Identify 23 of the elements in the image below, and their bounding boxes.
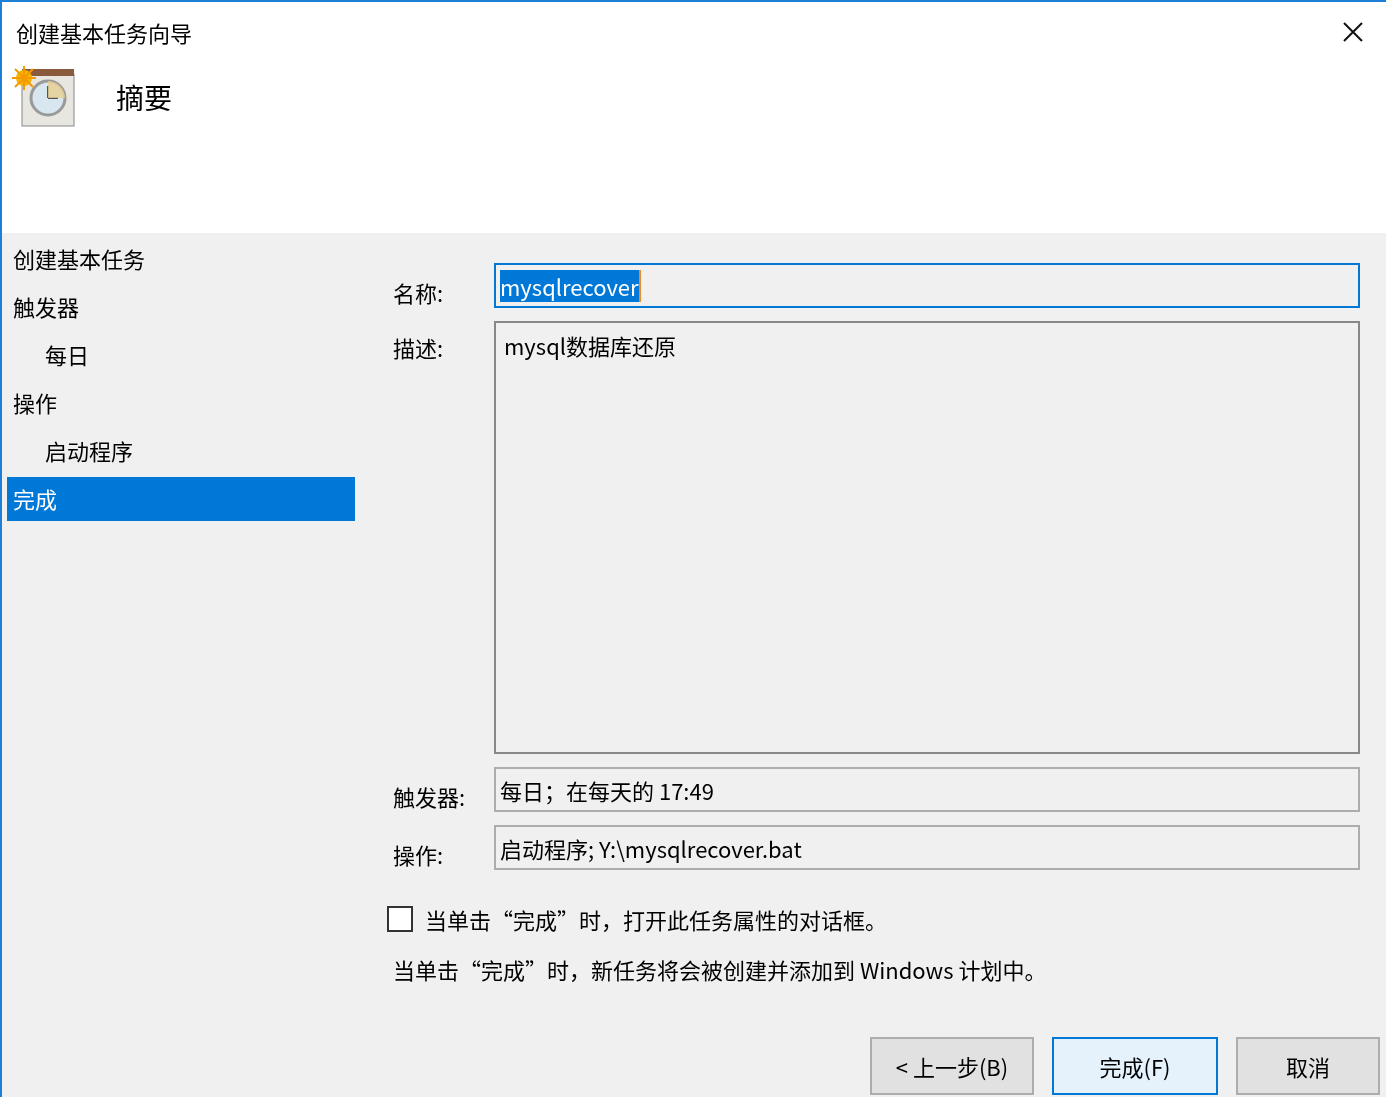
wizard-step[interactable]: 每日	[7, 333, 355, 377]
field-label: 描述:	[393, 330, 445, 365]
wizard-button[interactable]: 完成(F)	[1052, 1037, 1218, 1095]
wizard-button[interactable]: < 上一步(B)	[870, 1037, 1034, 1095]
field-label: 触发器:	[393, 779, 467, 812]
checkbox-label: 当单击“完成”时，打开此任务属性的对话框。	[425, 903, 887, 935]
field-label: 名称:	[393, 275, 445, 308]
field-label: 操作:	[393, 837, 445, 870]
window-title: 创建基本任务向导	[16, 16, 192, 48]
checkbox[interactable]	[387, 906, 413, 932]
input-field[interactable]: 启动程序; Y:\mysqlrecover.bat	[494, 825, 1360, 870]
wizard-step[interactable]: 创建基本任务	[7, 237, 355, 281]
input-field[interactable]: mysqlrecover	[494, 263, 1360, 308]
description-field[interactable]: mysql数据库还原	[494, 321, 1360, 754]
wizard-button[interactable]: 取消	[1236, 1037, 1380, 1095]
page-heading: 摘要	[116, 77, 172, 117]
wizard-step[interactable]: 完成	[7, 477, 355, 521]
input-field[interactable]: 每日；在每天的 17:49	[494, 767, 1360, 812]
wizard-step[interactable]: 操作	[7, 381, 355, 425]
clock-calendar-icon	[12, 66, 76, 128]
wizard-step[interactable]: 启动程序	[7, 429, 355, 473]
wizard-step[interactable]: 触发器	[7, 285, 355, 329]
note-text: 当单击“完成”时，新任务将会被创建并添加到 Windows 计划中。	[393, 953, 1048, 985]
